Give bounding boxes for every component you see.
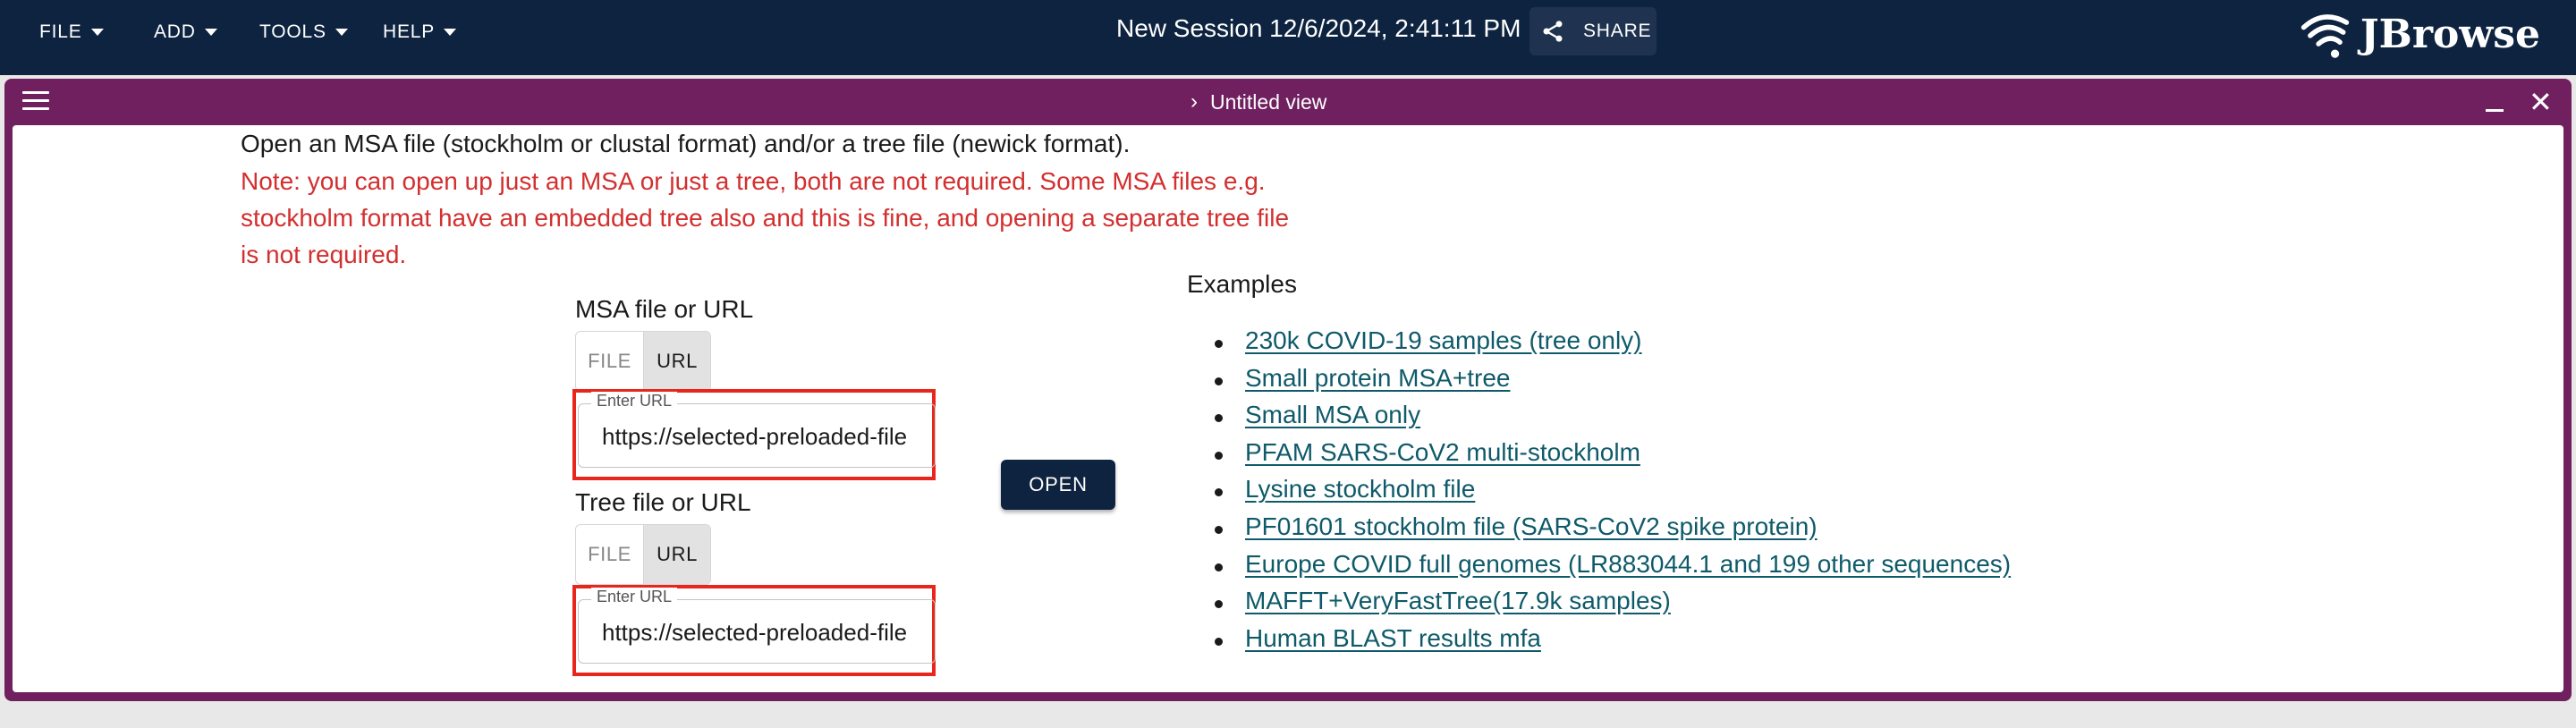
- msa-url-input[interactable]: [602, 420, 924, 453]
- example-link[interactable]: Europe COVID full genomes (LR883044.1 an…: [1245, 550, 2011, 578]
- chevron-right-icon: ›: [1191, 89, 1198, 114]
- example-item: Lysine stockholm file: [1211, 475, 2011, 512]
- example-item: PFAM SARS-CoV2 multi-stockholm: [1211, 438, 2011, 476]
- example-link[interactable]: Lysine stockholm file: [1245, 475, 1475, 503]
- share-label: SHARE: [1583, 21, 1652, 41]
- tree-file-toggle[interactable]: FILE: [576, 525, 643, 584]
- share-icon: [1543, 21, 1563, 42]
- tree-url-input[interactable]: [602, 616, 924, 648]
- view-container: › Untitled view ✕ Open an MSA file (stoc…: [4, 79, 2572, 701]
- example-link[interactable]: Small MSA only: [1245, 401, 1420, 428]
- caret-down-icon: [204, 29, 217, 36]
- add-menu-label: ADD: [154, 21, 196, 42]
- note-text: Note: you can open up just an MSA or jus…: [241, 167, 1290, 268]
- tree-url-field: Enter URL: [578, 588, 936, 664]
- logo-text: JBrowse: [2360, 11, 2540, 57]
- tools-menu-button[interactable]: TOOLS: [259, 18, 348, 47]
- msa-file-toggle[interactable]: FILE: [576, 332, 643, 391]
- msa-url-legend: Enter URL: [591, 392, 678, 411]
- example-item: 230k COVID-19 samples (tree only): [1211, 326, 2011, 364]
- msa-url-highlight: Enter URL: [572, 389, 936, 480]
- example-item: Small MSA only: [1211, 401, 2011, 438]
- caret-down-icon: [444, 29, 457, 36]
- example-item: Human BLAST results mfa: [1211, 624, 2011, 662]
- minimize-icon[interactable]: [2486, 109, 2504, 112]
- app-bar: FILE ADD TOOLS HELP New Session 12/6/202…: [0, 0, 2576, 75]
- view-title[interactable]: › Untitled view: [1191, 89, 1326, 114]
- example-item: Small protein MSA+tree: [1211, 364, 2011, 402]
- add-menu-button[interactable]: ADD: [154, 18, 217, 47]
- open-button[interactable]: OPEN: [1001, 460, 1115, 510]
- msa-source-toggle: FILE URL: [575, 331, 711, 392]
- example-item: Europe COVID full genomes (LR883044.1 an…: [1211, 550, 2011, 588]
- tree-url-toggle[interactable]: URL: [643, 525, 710, 584]
- tools-menu-label: TOOLS: [259, 21, 326, 42]
- example-link[interactable]: Human BLAST results mfa: [1245, 624, 1541, 652]
- examples-title: Examples: [1187, 270, 1297, 298]
- view-menu-icon[interactable]: [22, 91, 49, 113]
- example-link[interactable]: 230k COVID-19 samples (tree only): [1245, 326, 1642, 354]
- msa-label: MSA file or URL: [575, 295, 754, 323]
- tree-url-legend: Enter URL: [591, 588, 678, 606]
- file-menu-button[interactable]: FILE: [39, 18, 104, 47]
- help-menu-label: HELP: [383, 21, 436, 42]
- examples-list: 230k COVID-19 samples (tree only) Small …: [1211, 326, 2011, 661]
- jbrowse-logo: JBrowse: [2299, 5, 2540, 63]
- example-link[interactable]: PFAM SARS-CoV2 multi-stockholm: [1245, 438, 1640, 466]
- example-item: MAFFT+VeryFastTree(17.9k samples): [1211, 587, 2011, 624]
- msa-url-field: Enter URL: [578, 392, 936, 468]
- caret-down-icon: [90, 29, 104, 36]
- example-link[interactable]: PF01601 stockholm file (SARS-CoV2 spike …: [1245, 512, 1818, 540]
- example-link[interactable]: MAFFT+VeryFastTree(17.9k samples): [1245, 587, 1671, 614]
- intro-text: Open an MSA file (stockholm or clustal f…: [241, 130, 1131, 157]
- tree-url-highlight: Enter URL: [572, 585, 936, 676]
- help-menu-button[interactable]: HELP: [383, 18, 457, 47]
- close-icon[interactable]: ✕: [2529, 88, 2553, 116]
- example-link[interactable]: Small protein MSA+tree: [1245, 364, 1510, 392]
- view-title-text: Untitled view: [1210, 89, 1327, 114]
- jbrowse-logo-icon: [2301, 14, 2350, 58]
- session-title[interactable]: New Session 12/6/2024, 2:41:11 PM: [1116, 14, 1521, 43]
- example-item: PF01601 stockholm file (SARS-CoV2 spike …: [1211, 512, 2011, 550]
- tree-label: Tree file or URL: [575, 488, 751, 516]
- tree-source-toggle: FILE URL: [575, 524, 711, 585]
- caret-down-icon: [335, 29, 348, 36]
- import-form-panel: Open an MSA file (stockholm or clustal f…: [13, 125, 2563, 692]
- share-button[interactable]: SHARE: [1530, 7, 1657, 55]
- msa-url-toggle[interactable]: URL: [643, 332, 710, 391]
- file-menu-label: FILE: [39, 21, 82, 42]
- view-header: › Untitled view ✕: [4, 79, 2572, 125]
